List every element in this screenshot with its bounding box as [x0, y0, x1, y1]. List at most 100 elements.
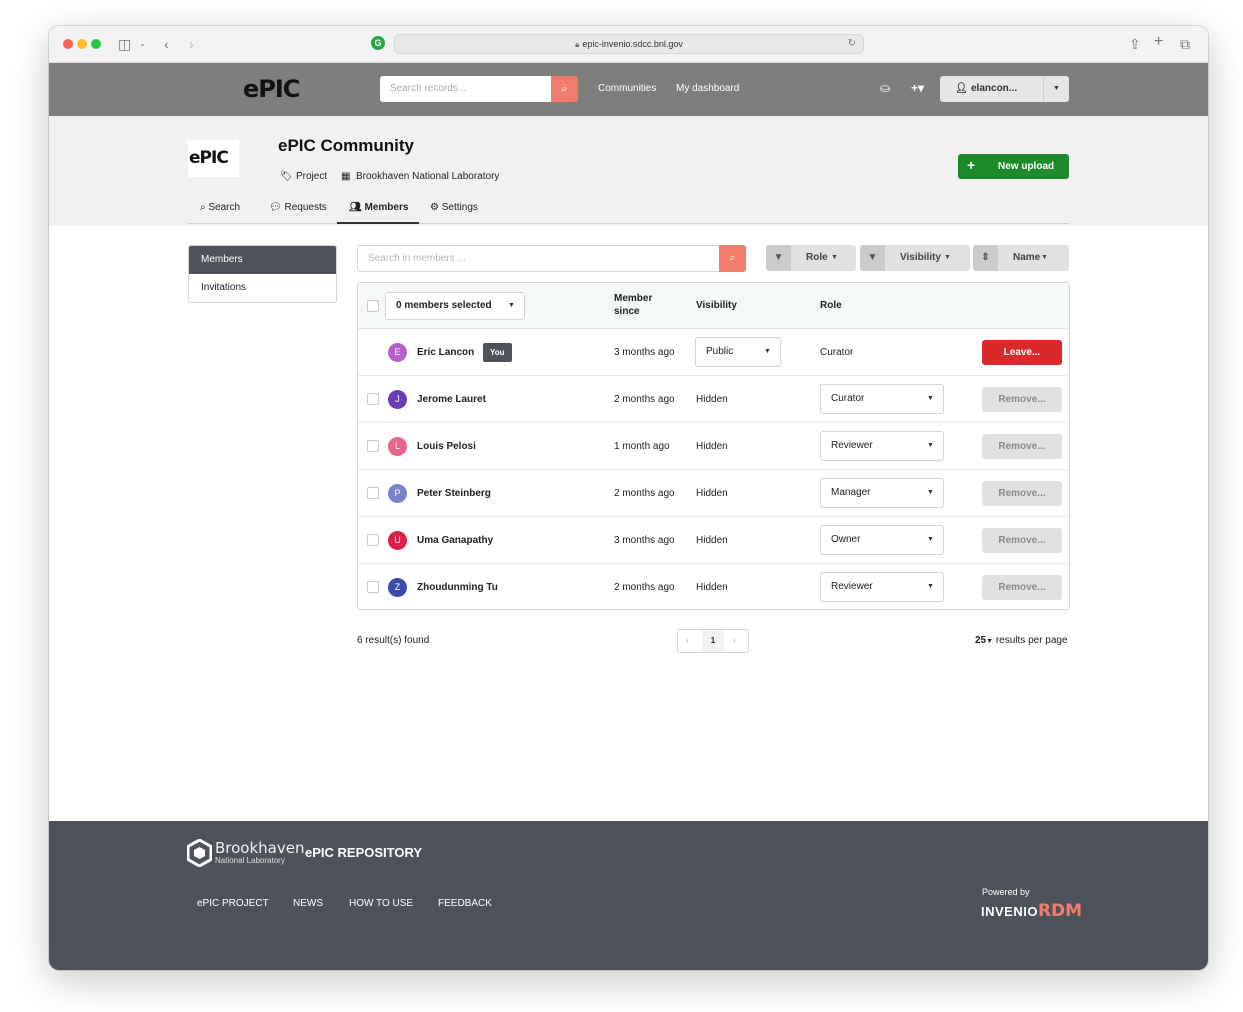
new-upload-button[interactable]: + New upload — [958, 154, 1069, 179]
table-row: L Louis Pelosi 1 month ago Hidden Review… — [358, 423, 1069, 470]
remove-button[interactable]: Remove... — [982, 434, 1062, 459]
tab-requests[interactable]: 💬︎ Requests — [269, 202, 327, 213]
close-window-button[interactable] — [63, 39, 73, 49]
role-select[interactable]: Reviewer ▼ — [820, 431, 944, 461]
community-title: ePIC Community — [278, 136, 415, 155]
member-name[interactable]: Louis Pelosi — [417, 441, 476, 452]
sidebar-toggle-icon[interactable]: ◫ — [118, 35, 131, 53]
select-all-checkbox[interactable] — [367, 300, 379, 312]
epic-logo[interactable]: ePIC — [243, 75, 300, 103]
plus-icon: + — [967, 157, 976, 173]
search-icon: ⌕ — [561, 83, 568, 95]
remove-button[interactable]: Remove... — [982, 387, 1062, 412]
results-per-page[interactable]: 25▼ results per page — [975, 635, 1068, 646]
visibility-select[interactable]: Public ▼ — [695, 337, 781, 367]
member-since: 2 months ago — [614, 582, 675, 593]
filter-icon: ▼ — [766, 245, 791, 271]
member-name[interactable]: Jerome Lauret — [417, 394, 486, 405]
table-header: 0 members selected ▼ Member since Visibi… — [358, 283, 1069, 329]
user-name: elancon... — [971, 83, 1018, 94]
next-page-icon[interactable]: › — [733, 630, 736, 652]
chevron-down-icon: ▼ — [508, 302, 515, 309]
community-tabs: ⌕ Search 💬︎ Requests 👥︎ Members ⚙ Settin… — [188, 193, 1069, 224]
bulk-actions-dropdown[interactable]: 0 members selected ▼ — [385, 292, 525, 320]
row-checkbox[interactable] — [367, 487, 379, 499]
member-visibility: Hidden — [696, 441, 728, 452]
remove-button[interactable]: Remove... — [982, 481, 1062, 506]
member-name[interactable]: Peter Steinberg — [417, 488, 491, 499]
footer-link-feedback[interactable]: FEEDBACK — [438, 898, 492, 909]
nav-my-dashboard[interactable]: My dashboard — [676, 83, 739, 94]
new-tab-icon[interactable]: + — [1154, 33, 1163, 51]
row-checkbox[interactable] — [367, 581, 379, 593]
search-button[interactable]: ⌕ — [551, 76, 578, 102]
chevron-down-icon: ▼ — [927, 536, 934, 543]
chevron-down-icon[interactable]: ⌄ — [139, 35, 146, 53]
search-icon: ⌕ — [729, 252, 736, 264]
grammarly-icon[interactable]: G — [371, 36, 385, 50]
results-count: 6 result(s) found — [357, 635, 430, 646]
footer-link-how-to-use[interactable]: HOW TO USE — [349, 898, 413, 909]
tab-settings[interactable]: ⚙ Settings — [430, 202, 478, 213]
sidebar-item-members[interactable]: Members — [189, 246, 336, 274]
members-search-input[interactable]: Search in members ... — [357, 245, 719, 272]
role-select[interactable]: Manager ▼ — [820, 478, 944, 508]
column-member-since: Member since — [614, 293, 653, 317]
role-filter-button[interactable]: ▼ Role ▼ — [766, 245, 856, 271]
remove-button[interactable]: Remove... — [982, 528, 1062, 553]
maximize-window-button[interactable] — [91, 39, 101, 49]
member-role: Curator — [820, 347, 854, 358]
visibility-filter-button[interactable]: ▼ Visibility ▼ — [860, 245, 970, 271]
invenio-rdm-logo[interactable]: INVENIORDM — [981, 901, 1082, 921]
role-select[interactable]: Reviewer ▼ — [820, 572, 944, 602]
user-icon: 👤︎ — [955, 83, 968, 94]
footer-link-epic-project[interactable]: ePIC PROJECT — [197, 898, 269, 909]
url-text: epic-invenio.sdcc.bnl.gov — [582, 39, 683, 49]
tabs-overview-icon[interactable]: ⧉ — [1180, 35, 1190, 53]
row-checkbox[interactable] — [367, 393, 379, 405]
chevron-down-icon: ▼ — [831, 254, 838, 261]
tab-search[interactable]: ⌕ Search — [200, 202, 240, 213]
member-since: 3 months ago — [614, 535, 675, 546]
footer-link-news[interactable]: NEWS — [293, 898, 323, 909]
role-select[interactable]: Curator ▼ — [820, 384, 944, 414]
nav-communities[interactable]: Communities — [598, 83, 656, 94]
plus-menu-icon[interactable]: +▾ — [911, 81, 924, 95]
records-search-input[interactable]: Search records... — [380, 76, 552, 102]
row-checkbox[interactable] — [367, 534, 379, 546]
filter-icon: ▼ — [860, 245, 885, 271]
members-sidebar: Members Invitations — [188, 245, 337, 303]
community-organization: Brookhaven National Laboratory — [356, 171, 500, 182]
address-bar[interactable]: 🔒︎ epic-invenio.sdcc.bnl.gov ↻ — [394, 34, 864, 54]
column-role: Role — [820, 300, 842, 311]
table-row: P Peter Steinberg 2 months ago Hidden Ma… — [358, 470, 1069, 517]
minimize-window-button[interactable] — [77, 39, 87, 49]
page-number[interactable]: 1 — [702, 630, 724, 652]
role-select[interactable]: Owner ▼ — [820, 525, 944, 555]
active-tab-indicator — [337, 222, 419, 224]
member-name[interactable]: Eric Lancon — [417, 347, 474, 358]
members-search-button[interactable]: ⌕ — [719, 245, 746, 272]
back-icon[interactable]: ‹ — [164, 35, 169, 53]
chevron-down-icon[interactable]: ▼ — [1053, 76, 1060, 102]
remove-button[interactable]: Remove... — [982, 575, 1062, 600]
table-row: J Jerome Lauret 2 months ago Hidden Cura… — [358, 376, 1069, 423]
user-menu-button[interactable]: 👤︎ elancon... ▼ — [940, 76, 1069, 102]
leave-button[interactable]: Leave... — [982, 340, 1062, 365]
per-page-value: 25 — [975, 635, 987, 646]
sidebar-item-invitations[interactable]: Invitations — [189, 274, 336, 302]
member-name[interactable]: Zhoudunming Tu — [417, 582, 498, 593]
member-visibility: Hidden — [696, 488, 728, 499]
building-icon: ▦ — [341, 171, 351, 182]
row-checkbox[interactable] — [367, 440, 379, 452]
forward-icon[interactable]: › — [189, 35, 194, 53]
member-name[interactable]: Uma Ganapathy — [417, 535, 493, 546]
reload-icon[interactable]: ↻ — [848, 35, 856, 53]
sort-button[interactable]: ⇕ Name ▼ — [973, 245, 1069, 271]
share-icon[interactable]: ⇪ — [1129, 35, 1141, 53]
tab-members[interactable]: 👥︎ Members — [349, 202, 408, 213]
member-since: 2 months ago — [614, 488, 675, 499]
prev-page-icon[interactable]: ‹ — [686, 630, 689, 652]
inbox-icon[interactable]: ⛀ — [880, 81, 890, 95]
brookhaven-logo-icon — [187, 839, 212, 867]
